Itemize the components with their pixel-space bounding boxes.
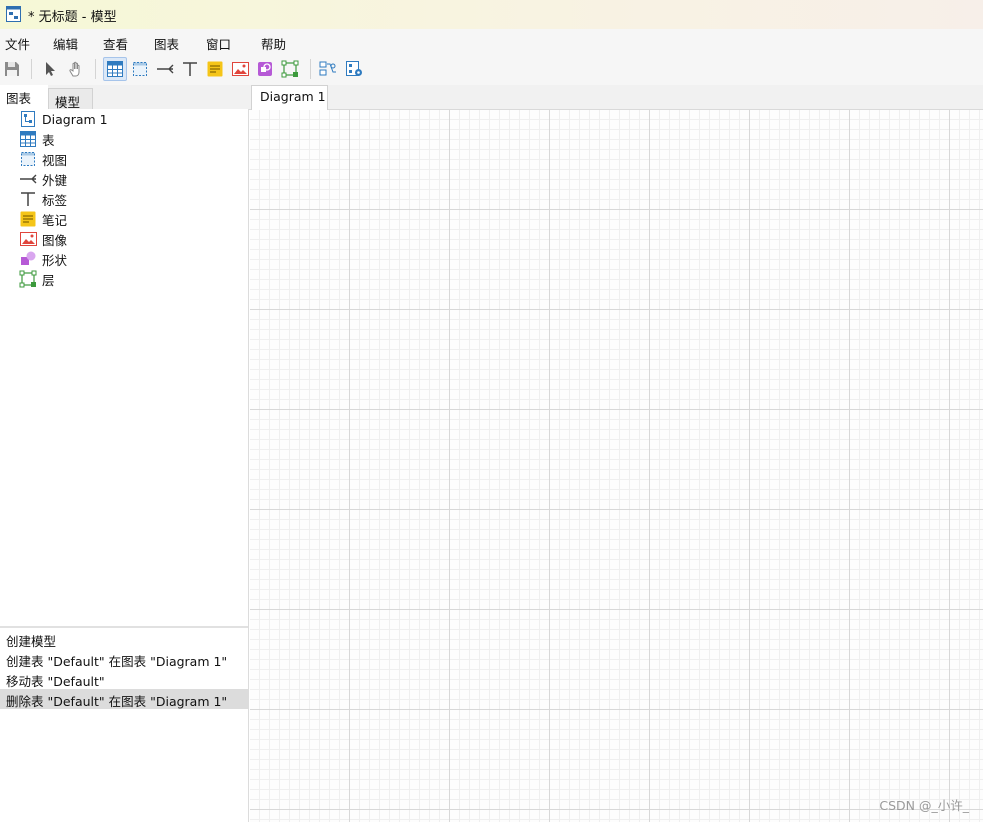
toolbar xyxy=(0,54,983,85)
history-panel: 创建模型 创建表 "Default" 在图表 "Diagram 1" 移动表 "… xyxy=(0,626,248,824)
foreign-key-icon xyxy=(19,170,37,188)
tree-item-diagram[interactable]: Diagram 1 xyxy=(19,109,108,129)
history-item[interactable]: 移动表 "Default" xyxy=(0,669,248,689)
tree-item-shape[interactable]: 形状 xyxy=(19,249,67,269)
tree-item-label: 表 xyxy=(42,132,55,148)
tab-diagrams[interactable]: 图表 xyxy=(0,85,48,110)
tree-item-label: 标签 xyxy=(42,192,68,208)
note-icon[interactable] xyxy=(203,57,227,81)
tree-item-foreign-key[interactable]: 外键 xyxy=(19,169,67,189)
tree-item-label: 图像 xyxy=(42,232,68,248)
window-title: * 无标题 - 模型 xyxy=(28,10,117,25)
layer-icon[interactable] xyxy=(278,57,302,81)
tree-item-label: 笔记 xyxy=(42,212,68,228)
pointer-icon[interactable] xyxy=(38,57,62,81)
shape-icon xyxy=(19,250,37,268)
table-icon[interactable] xyxy=(103,57,127,81)
diagram-settings-icon[interactable] xyxy=(342,57,366,81)
title-bar: * 无标题 - 模型 xyxy=(0,0,983,29)
watermark: CSDN @_小许_ xyxy=(879,798,969,813)
tree-item-view[interactable]: 视图 xyxy=(19,149,67,169)
menu-diagram[interactable]: 图表 xyxy=(154,34,179,53)
menu-file[interactable]: 文件 xyxy=(5,34,30,53)
menu-bar: 文件 编辑 查看 图表 窗口 帮助 xyxy=(0,29,983,54)
tree-item-label: 层 xyxy=(42,272,55,288)
view-icon[interactable] xyxy=(128,57,152,81)
menu-help[interactable]: 帮助 xyxy=(261,34,286,53)
toolbar-separator xyxy=(95,59,96,79)
history-item-selected[interactable]: 删除表 "Default" 在图表 "Diagram 1" xyxy=(0,689,248,709)
table-icon xyxy=(19,130,37,148)
note-icon xyxy=(19,210,37,228)
app-icon xyxy=(6,6,21,22)
toolbar-separator xyxy=(310,59,311,79)
tree-item-table[interactable]: 表 xyxy=(19,129,55,149)
tab-model[interactable]: 模型 xyxy=(48,88,93,110)
tree-item-label: 视图 xyxy=(42,152,68,168)
menu-edit[interactable]: 编辑 xyxy=(53,34,78,53)
tree-item-label: 形状 xyxy=(42,252,68,268)
tree-item-note[interactable]: 笔记 xyxy=(19,209,67,229)
hand-icon[interactable] xyxy=(64,57,88,81)
toolbar-separator xyxy=(31,59,32,79)
menu-window[interactable]: 窗口 xyxy=(206,34,231,53)
tree-item-label-tool[interactable]: 标签 xyxy=(19,189,67,209)
tree-item-label: 外键 xyxy=(42,172,68,188)
layer-icon xyxy=(19,270,37,288)
label-icon xyxy=(19,190,37,208)
label-icon[interactable] xyxy=(178,57,202,81)
history-item[interactable]: 创建模型 xyxy=(0,629,248,649)
align-icon[interactable] xyxy=(316,57,340,81)
save-icon[interactable] xyxy=(0,57,24,81)
tree-item-label: Diagram 1 xyxy=(42,111,108,127)
view-icon xyxy=(19,150,37,168)
tree-item-layer[interactable]: 层 xyxy=(19,269,55,289)
tabs-row: 图表 模型 Diagram 1 xyxy=(0,85,983,110)
diagram-canvas[interactable]: CSDN @_小许_ xyxy=(250,110,983,822)
menu-view[interactable]: 查看 xyxy=(103,34,128,53)
image-icon[interactable] xyxy=(228,57,252,81)
diagram-icon xyxy=(19,110,37,128)
history-item[interactable]: 创建表 "Default" 在图表 "Diagram 1" xyxy=(0,649,248,669)
tab-diagram-1[interactable]: Diagram 1 xyxy=(251,85,328,110)
tree-item-image[interactable]: 图像 xyxy=(19,229,67,249)
image-icon xyxy=(19,230,37,248)
shape-icon[interactable] xyxy=(253,57,277,81)
foreign-key-icon[interactable] xyxy=(153,57,177,81)
